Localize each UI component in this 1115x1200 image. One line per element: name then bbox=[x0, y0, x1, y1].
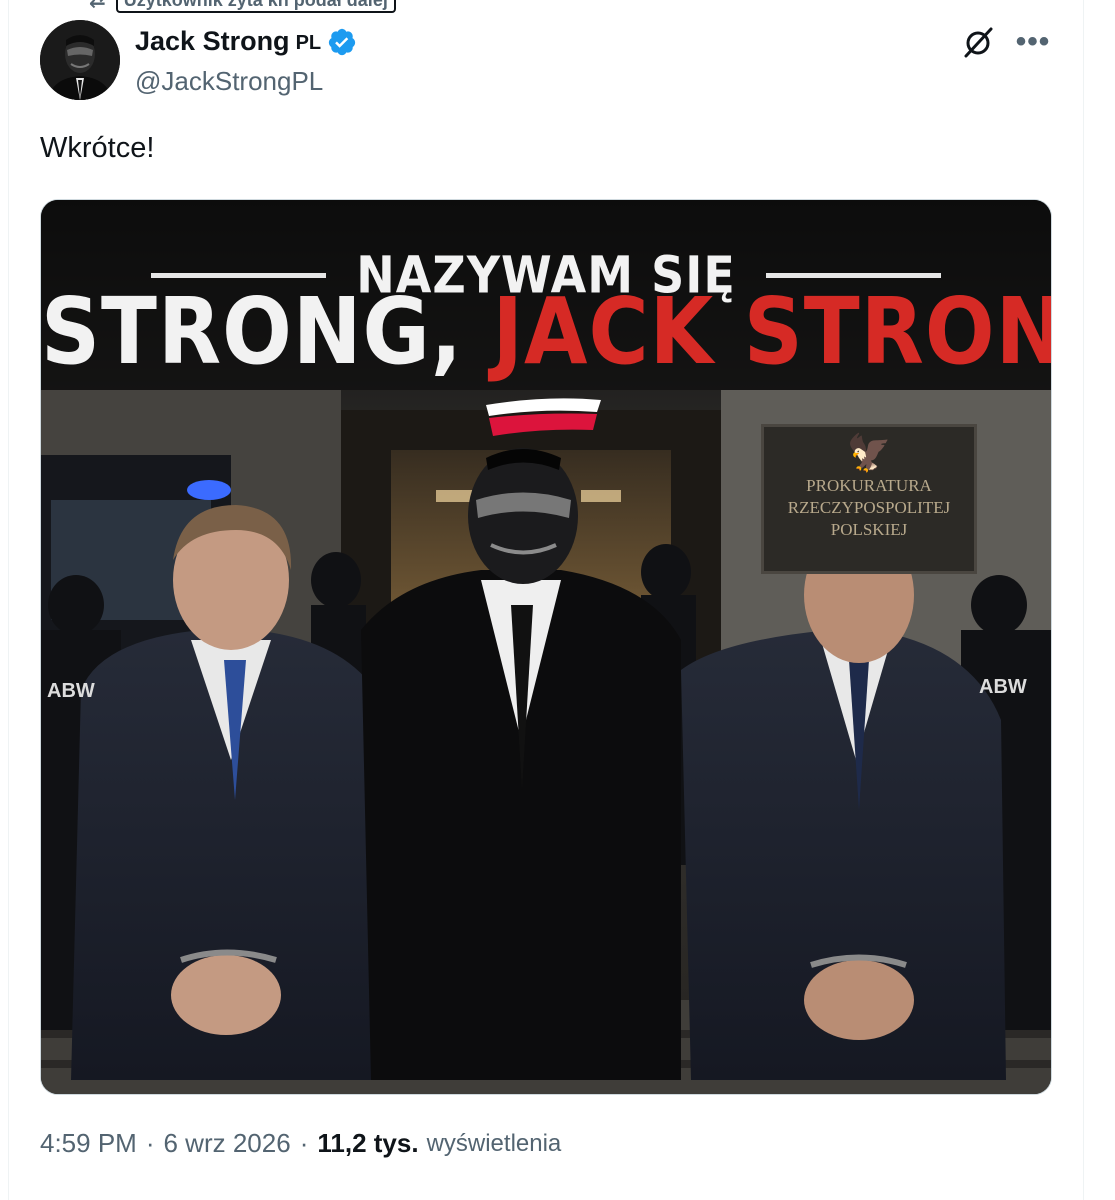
footer-separator: · bbox=[299, 1128, 309, 1158]
author-display-name[interactable]: Jack Strong bbox=[135, 26, 290, 57]
author-handle[interactable]: @JackStrongPL bbox=[135, 66, 323, 97]
author-name-row[interactable]: Jack Strong PL bbox=[135, 26, 357, 57]
verified-badge-icon[interactable] bbox=[327, 27, 357, 57]
guard-label-right: ABW bbox=[979, 676, 1027, 698]
grok-button[interactable] bbox=[959, 24, 997, 62]
prosecutor-plaque: 🦅 PROKURATURA RZECZYPOSPOLITEJ POLSKIEJ bbox=[761, 424, 977, 574]
headline-part1: STRONG, bbox=[41, 279, 463, 386]
tweet-date[interactable]: 6 wrz 2026 bbox=[164, 1128, 291, 1159]
footer-separator: · bbox=[145, 1128, 155, 1158]
plaque-line2: RZECZYPOSPOLITEJ bbox=[787, 498, 951, 517]
repost-icon: ⇄ bbox=[89, 0, 106, 12]
tweet-text: Wkrótce! bbox=[40, 132, 155, 164]
tweet-image[interactable]: NAZYWAM SIĘ STRONG, JACK STRONG 🦅 PROKUR… bbox=[40, 199, 1052, 1095]
views-count: 11,2 tys. bbox=[317, 1128, 419, 1158]
tweet-card: ⇄ Użytkownik zyta kh podał dalej Jack St… bbox=[8, 0, 1084, 1200]
author-name-suffix: PL bbox=[295, 32, 322, 54]
masked-man-avatar-image bbox=[40, 20, 120, 100]
headline-part2: JACK STRONG bbox=[492, 279, 1052, 386]
headline-big: STRONG, JACK STRONG bbox=[41, 287, 1051, 379]
repost-text[interactable]: Użytkownik zyta kh podał dalej bbox=[115, 0, 396, 13]
plaque-line1: PROKURATURA bbox=[806, 476, 932, 495]
more-icon[interactable]: ••• bbox=[1011, 22, 1055, 62]
grok-icon bbox=[964, 27, 993, 58]
views-label: wyświetlenia bbox=[426, 1129, 562, 1157]
eagle-emblem-icon: 🦅 bbox=[846, 433, 892, 473]
plaque-line3: POLSKIEJ bbox=[830, 520, 908, 539]
headline-divider-right bbox=[765, 272, 941, 278]
headline-divider-left bbox=[151, 272, 327, 278]
tweet-time[interactable]: 4:59 PM bbox=[40, 1128, 137, 1159]
guard-label-left: ABW bbox=[47, 680, 95, 702]
avatar[interactable] bbox=[40, 20, 120, 100]
repost-header[interactable]: ⇄ Użytkownik zyta kh podał dalej bbox=[89, 0, 396, 14]
tweet-footer: 4:59 PM · 6 wrz 2026 · 11,2 tys. wyświet… bbox=[40, 1128, 561, 1159]
